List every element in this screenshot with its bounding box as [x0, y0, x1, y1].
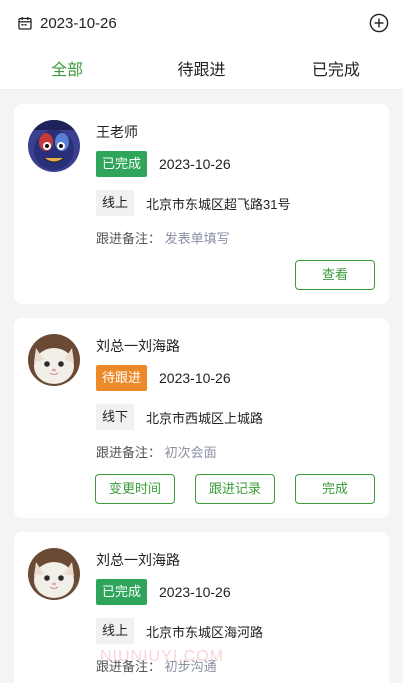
change-time-button[interactable]: 变更时间	[95, 474, 175, 504]
contact-name: 王老师	[96, 124, 138, 140]
note-value: 发表单填写	[164, 231, 230, 246]
followup-record-button[interactable]: 跟进记录	[195, 474, 275, 504]
followup-card[interactable]: 刘总一刘海路 已完成 2023-10-26 线上 北京市东城区海河路 跟进备注：…	[14, 532, 389, 683]
calendar-icon	[18, 16, 32, 30]
contact-name: 刘总一刘海路	[96, 338, 180, 354]
contact-name: 刘总一刘海路	[96, 552, 180, 568]
date-selector[interactable]: 2023-10-26	[18, 15, 117, 32]
note-label: 跟进备注：	[96, 231, 162, 246]
status-badge: 已完成	[96, 151, 148, 177]
followup-date: 2023-10-26	[159, 584, 231, 600]
meeting-type-tag: 线下	[96, 404, 135, 430]
status-badge: 待跟进	[96, 365, 148, 391]
complete-button[interactable]: 完成	[295, 474, 375, 504]
followup-card[interactable]: 王老师 已完成 2023-10-26 线上 北京市东城区超飞路31号 跟进备注：…	[14, 104, 389, 304]
avatar	[28, 548, 80, 600]
followup-list: 王老师 已完成 2023-10-26 线上 北京市东城区超飞路31号 跟进备注：…	[0, 90, 403, 683]
tab-completed[interactable]: 已完成	[269, 56, 403, 80]
address: 北京市东城区超飞路31号	[146, 196, 291, 212]
note-label: 跟进备注：	[96, 659, 162, 674]
followup-date: 2023-10-26	[159, 370, 231, 386]
avatar	[28, 334, 80, 386]
filter-tabs: 全部 待跟进 已完成	[0, 46, 403, 90]
note-value: 初步沟通	[164, 659, 217, 674]
tab-pending[interactable]: 待跟进	[134, 56, 268, 80]
followup-card[interactable]: 刘总一刘海路 待跟进 2023-10-26 线下 北京市西城区上城路 跟进备注：…	[14, 318, 389, 518]
meeting-type-tag: 线上	[96, 190, 135, 216]
address: 北京市西城区上城路	[146, 410, 264, 426]
avatar	[28, 120, 80, 172]
followup-date: 2023-10-26	[159, 156, 231, 172]
tab-all[interactable]: 全部	[0, 56, 134, 80]
meeting-type-tag: 线上	[96, 618, 135, 644]
status-badge: 已完成	[96, 579, 148, 605]
note-label: 跟进备注：	[96, 445, 162, 460]
note-value: 初次会面	[164, 445, 217, 460]
top-bar: 2023-10-26	[0, 0, 403, 46]
current-date: 2023-10-26	[40, 14, 117, 32]
view-button[interactable]: 查看	[295, 260, 375, 290]
address: 北京市东城区海河路	[146, 624, 264, 640]
add-circle-icon[interactable]	[369, 13, 389, 33]
